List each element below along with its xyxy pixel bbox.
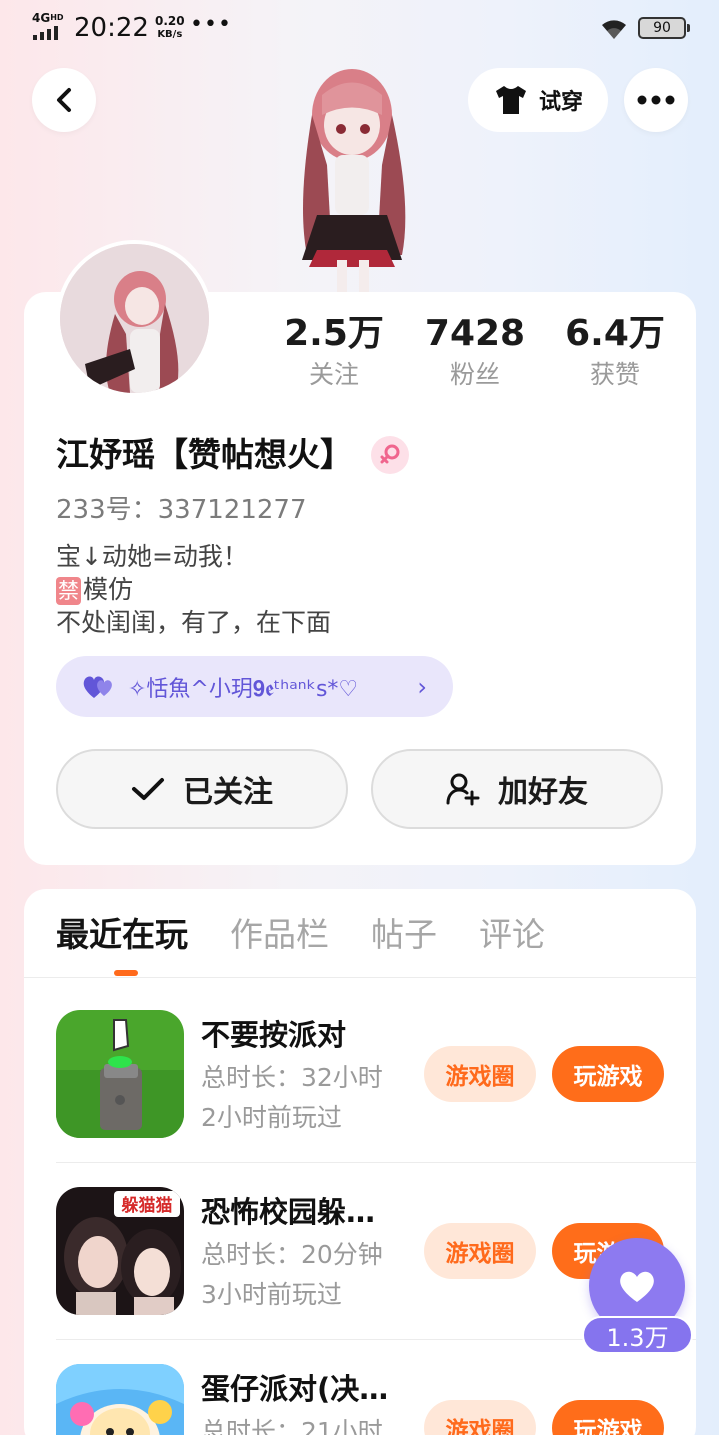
game-duration: 总时长：20分钟 bbox=[201, 1240, 383, 1269]
relation-chip-text: ✧恬魚^小玥𝟗𝖊ᵗʰᵃⁿᵏs*♡ bbox=[128, 676, 359, 702]
stat-following[interactable]: 2.5万 关注 bbox=[264, 312, 404, 390]
active-tab-indicator bbox=[114, 970, 138, 976]
tabs-divider bbox=[24, 977, 696, 978]
tab-comments[interactable]: 评论 bbox=[479, 910, 545, 960]
bio-line-2: 禁模仿 bbox=[56, 573, 331, 606]
ban-emoji-icon: 禁 bbox=[56, 577, 81, 605]
followed-label: 已关注 bbox=[183, 775, 273, 810]
game-title: 不要按派对 bbox=[201, 1018, 347, 1052]
like-count: 1.3万 bbox=[582, 1316, 693, 1354]
game-circle-button[interactable]: 游戏圈 bbox=[424, 1400, 536, 1435]
avatar-3d-figure[interactable] bbox=[277, 55, 427, 295]
likes-count: 6.4万 bbox=[565, 313, 665, 354]
female-icon bbox=[371, 436, 409, 474]
game-duration: 总时长：21小时 bbox=[201, 1417, 383, 1435]
game-circle-button[interactable]: 游戏圈 bbox=[424, 1223, 536, 1279]
tab-posts[interactable]: 帖子 bbox=[371, 910, 437, 960]
try-on-button[interactable]: 试穿 bbox=[468, 68, 608, 132]
game-title: 恐怖校园躲… bbox=[201, 1195, 376, 1229]
more-options-button[interactable] bbox=[624, 68, 688, 132]
add-friend-button[interactable]: 加好友 bbox=[371, 749, 663, 829]
content-tabs: 最近在玩 作品栏 帖子 评论 bbox=[56, 910, 545, 960]
game-icon bbox=[56, 1010, 184, 1138]
add-user-icon bbox=[446, 773, 480, 806]
status-bar: 4GHD 20:22 0.20 KB/s ••• 90 bbox=[0, 0, 719, 56]
check-icon bbox=[132, 778, 164, 800]
avatar-image bbox=[60, 244, 209, 393]
bio-line-2-text: 模仿 bbox=[83, 575, 134, 604]
avatar[interactable] bbox=[56, 240, 213, 397]
speed-unit: KB/s bbox=[157, 29, 183, 40]
game-list-item[interactable]: 不要按派对 总时长：32小时 2小时前玩过 游戏圈 玩游戏 bbox=[56, 1010, 664, 1140]
speed-value: 0.20 bbox=[155, 14, 185, 28]
row-divider bbox=[56, 1162, 696, 1163]
wifi-icon bbox=[602, 20, 626, 39]
fans-count: 7428 bbox=[424, 313, 526, 354]
heart-icon bbox=[620, 1271, 654, 1302]
game-list-item[interactable]: 蛋仔派对(决… 总时长：21小时 游戏圈 玩游戏 bbox=[56, 1364, 664, 1435]
game-icon-badge-text: 躲猫猫 bbox=[122, 1195, 173, 1216]
stat-likes[interactable]: 6.4万 获赞 bbox=[545, 312, 685, 390]
user-id: 233号：337121277 bbox=[56, 495, 307, 525]
play-game-button[interactable]: 玩游戏 bbox=[552, 1400, 664, 1435]
game-last-played: 3小时前玩过 bbox=[201, 1280, 342, 1309]
bio-line-3: 不处闺闺，有了，在下面 bbox=[56, 608, 332, 637]
network-hd: HD bbox=[50, 13, 64, 22]
game-list-item[interactable]: 躲猫猫 恐怖校园躲… 总时长：20分钟 3小时前玩过 游戏圈 玩游戏 bbox=[56, 1187, 664, 1317]
relation-chip[interactable]: ✧恬魚^小玥𝟗𝖊ᵗʰᵃⁿᵏs*♡ › bbox=[56, 656, 453, 717]
game-duration: 总时长：32小时 bbox=[201, 1063, 383, 1092]
network-speed: 0.20 KB/s bbox=[155, 15, 185, 41]
tshirt-icon bbox=[495, 86, 526, 114]
bio: 宝↓动她=动我！ 禁模仿 不处闺闺，有了，在下面 bbox=[56, 540, 331, 639]
back-button[interactable] bbox=[32, 68, 96, 132]
following-label: 关注 bbox=[308, 360, 359, 389]
nickname-row: 江妤瑶【赞帖想火】 bbox=[56, 433, 409, 477]
chevron-right-icon: › bbox=[417, 672, 427, 701]
more-dots-icon bbox=[637, 95, 675, 105]
network-type: 4G bbox=[32, 11, 51, 25]
game-icon bbox=[56, 1364, 184, 1435]
tab-recently-played[interactable]: 最近在玩 bbox=[56, 910, 188, 960]
followed-button[interactable]: 已关注 bbox=[56, 749, 348, 829]
following-count: 2.5万 bbox=[284, 313, 384, 354]
status-time: 20:22 bbox=[74, 13, 149, 43]
nickname: 江妤瑶【赞帖想火】 bbox=[56, 435, 353, 474]
game-title: 蛋仔派对(决… bbox=[201, 1372, 389, 1406]
game-last-played: 2小时前玩过 bbox=[201, 1103, 342, 1132]
add-friend-label: 加好友 bbox=[498, 775, 588, 810]
game-circle-button[interactable]: 游戏圈 bbox=[424, 1046, 536, 1102]
play-game-button[interactable]: 玩游戏 bbox=[552, 1046, 664, 1102]
network-indicator: 4GHD bbox=[32, 12, 64, 24]
signal-icon bbox=[33, 26, 58, 40]
try-on-label: 试穿 bbox=[538, 90, 583, 115]
stat-fans[interactable]: 7428 粉丝 bbox=[405, 312, 545, 390]
bio-line-1: 宝↓动她=动我！ bbox=[56, 542, 248, 571]
tab-works[interactable]: 作品栏 bbox=[230, 910, 329, 960]
battery-indicator: 90 bbox=[638, 17, 690, 39]
game-icon: 躲猫猫 bbox=[56, 1187, 184, 1315]
double-heart-icon bbox=[83, 675, 112, 698]
fans-label: 粉丝 bbox=[449, 360, 500, 389]
likes-label: 获赞 bbox=[589, 360, 640, 389]
more-notifications-icon: ••• bbox=[190, 12, 232, 37]
chevron-left-icon bbox=[57, 88, 71, 112]
